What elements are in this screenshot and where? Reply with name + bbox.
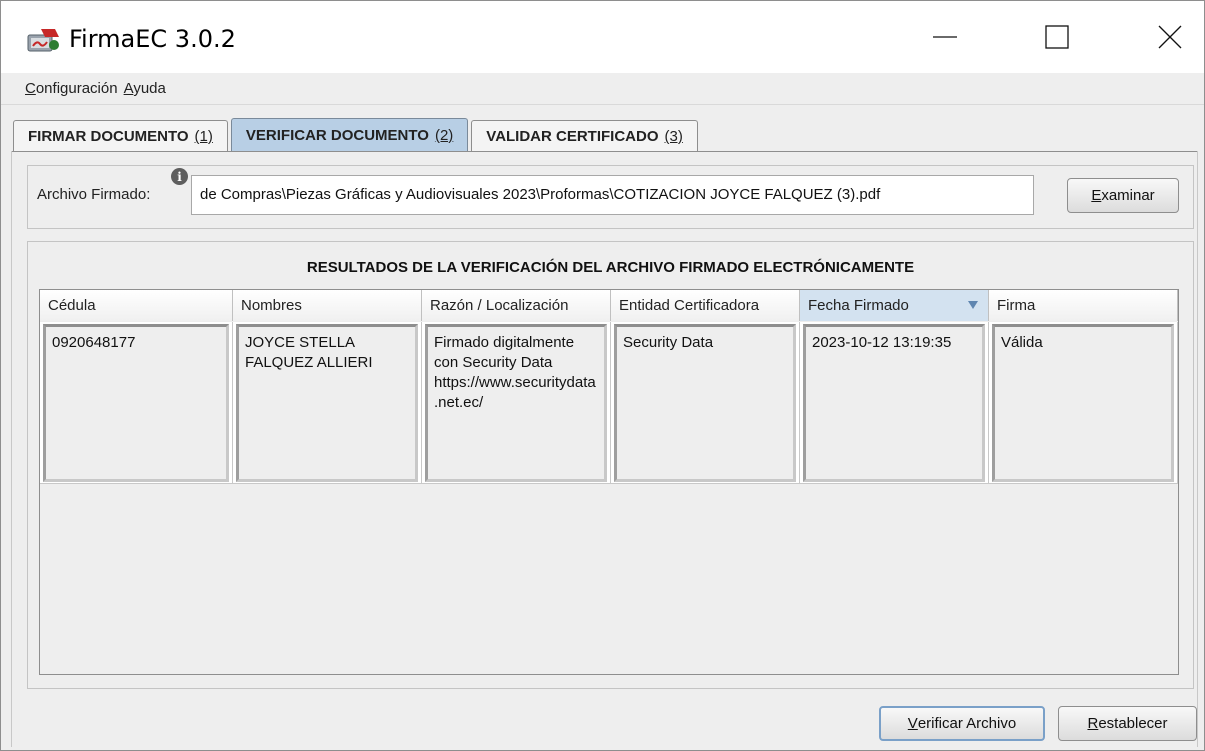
cell-firma-text: Válida xyxy=(992,324,1174,482)
verify-file-button[interactable]: Verificar Archivo xyxy=(879,706,1045,741)
column-header-entidad[interactable]: Entidad Certificadora xyxy=(611,290,800,321)
maximize-icon xyxy=(1045,25,1069,49)
signature-app-icon xyxy=(27,29,59,52)
sort-descending-icon xyxy=(968,301,978,309)
window-title: FirmaEC 3.0.2 xyxy=(69,25,236,53)
cell-nombres-text: JOYCE STELLA FALQUEZ ALLIERI xyxy=(236,324,418,482)
menu-ayuda[interactable]: Ayuda xyxy=(124,80,166,97)
tab-firmar-documento[interactable]: FIRMAR DOCUMENTO (1) xyxy=(13,120,228,152)
tab-firmar-label: FIRMAR DOCUMENTO xyxy=(28,128,189,145)
file-label: Archivo Firmado: xyxy=(37,186,151,203)
tab-validar-label: VALIDAR CERTIFICADO xyxy=(486,128,659,145)
tab-verificar-label: VERIFICAR DOCUMENTO xyxy=(245,127,429,144)
signed-file-path-field[interactable]: de Compras\Piezas Gráficas y Audiovisual… xyxy=(191,175,1034,215)
column-header-fecha[interactable]: Fecha Firmado xyxy=(800,290,989,321)
title-bar: FirmaEC 3.0.2 xyxy=(1,1,1204,73)
tab-validar-shortcut: (3) xyxy=(664,128,683,145)
menu-configuracion[interactable]: Configuración xyxy=(25,80,118,97)
tab-firmar-shortcut: (1) xyxy=(194,128,213,145)
cell-nombres[interactable]: JOYCE STELLA FALQUEZ ALLIERI xyxy=(233,322,422,484)
column-header-cedula[interactable]: Cédula xyxy=(40,290,233,321)
tab-validar-certificado[interactable]: VALIDAR CERTIFICADO (3) xyxy=(471,120,698,152)
reset-label: establecer xyxy=(1098,715,1168,732)
menu-configuracion-mnemonic: C xyxy=(25,80,36,97)
cell-entidad[interactable]: Security Data xyxy=(611,322,800,484)
table-row[interactable]: 0920648177 JOYCE STELLA FALQUEZ ALLIERI … xyxy=(40,322,1178,484)
tab-verificar-documento[interactable]: VERIFICAR DOCUMENTO (2) xyxy=(230,118,469,152)
column-header-firma[interactable]: Firma xyxy=(989,290,1178,321)
verify-label: erificar Archivo xyxy=(917,715,1017,732)
cell-cedula-text: 0920648177 xyxy=(43,324,229,482)
close-icon xyxy=(1158,25,1182,49)
browse-button[interactable]: Examinar xyxy=(1067,178,1179,213)
menu-bar: Configuración Ayuda xyxy=(1,73,1204,105)
menu-configuracion-label: onfiguración xyxy=(35,80,118,97)
reset-mnemonic: R xyxy=(1087,715,1099,732)
cell-fecha[interactable]: 2023-10-12 13:19:35 xyxy=(800,322,989,484)
column-header-razon[interactable]: Razón / Localización xyxy=(422,290,611,321)
cell-razon[interactable]: Firmado digitalmente con Security Data h… xyxy=(422,322,611,484)
table-header: Cédula Nombres Razón / Localización Enti… xyxy=(40,290,1178,321)
cell-razon-text: Firmado digitalmente con Security Data h… xyxy=(425,324,607,482)
cell-cedula[interactable]: 0920648177 xyxy=(40,322,233,484)
menu-ayuda-label: yuda xyxy=(133,80,166,97)
cell-fecha-text: 2023-10-12 13:19:35 xyxy=(803,324,985,482)
reset-button[interactable]: Restablecer xyxy=(1058,706,1197,741)
minimize-icon xyxy=(933,36,957,38)
info-icon[interactable]: i xyxy=(171,168,188,185)
browse-mnemonic: E xyxy=(1091,187,1102,204)
close-button[interactable] xyxy=(1141,1,1199,73)
results-table: Cédula Nombres Razón / Localización Enti… xyxy=(39,289,1179,675)
cell-firma[interactable]: Válida xyxy=(989,322,1178,484)
minimize-button[interactable] xyxy=(916,1,974,73)
browse-label: xaminar xyxy=(1101,187,1155,204)
results-title: RESULTADOS DE LA VERIFICACIÓN DEL ARCHIV… xyxy=(306,259,915,276)
maximize-button[interactable] xyxy=(1028,1,1086,73)
column-header-nombres[interactable]: Nombres xyxy=(233,290,422,321)
cell-entidad-text: Security Data xyxy=(614,324,796,482)
menu-ayuda-mnemonic: A xyxy=(123,80,134,97)
column-header-fecha-label: Fecha Firmado xyxy=(808,297,909,314)
tab-strip: FIRMAR DOCUMENTO (1) VERIFICAR DOCUMENTO… xyxy=(13,116,701,152)
tab-verificar-shortcut: (2) xyxy=(434,127,454,144)
app-window: FirmaEC 3.0.2 Configuración Ayuda FIRMAR… xyxy=(0,0,1205,751)
verify-mnemonic: V xyxy=(907,715,918,732)
